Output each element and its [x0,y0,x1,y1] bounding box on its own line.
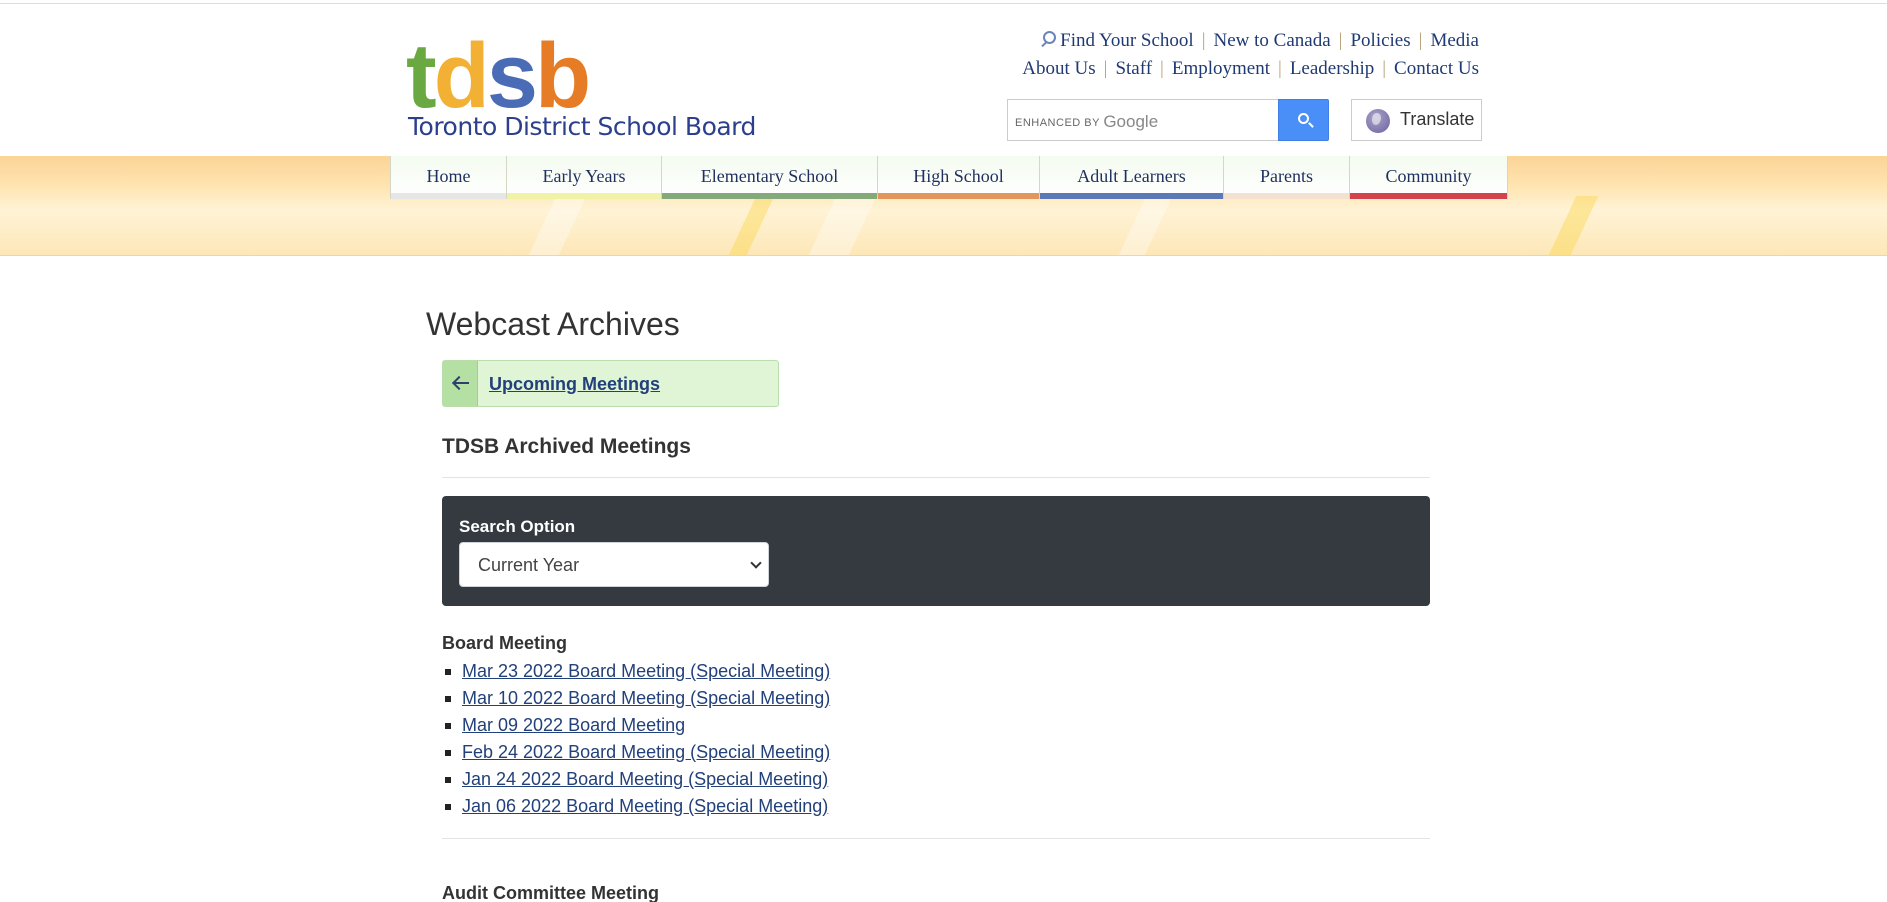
nav-high-school-label: High School [913,166,1004,186]
arrow-left-icon [443,361,478,406]
logo-letter-s: s [486,25,538,127]
board-meeting-list: Mar 23 2022 Board Meeting (Special Meeti… [445,658,830,820]
link-new-to-canada[interactable]: New to Canada [1214,30,1331,51]
site-search-input[interactable] [1008,100,1278,140]
search-option-selected-value: Current Year [478,555,580,575]
nav-community-label: Community [1385,166,1472,186]
list-item: Mar 23 2022 Board Meeting (Special Meeti… [445,658,830,685]
meeting-link[interactable]: Jan 06 2022 Board Meeting (Special Meeti… [462,796,828,816]
search-option-panel: Search Option Current Year [442,496,1430,606]
site-search-field[interactable]: ENHANCED BY Google [1007,99,1279,141]
banner-streak [523,196,587,255]
utility-links-row-2: About Us | Staff | Employment | Leadership | Con… [1022,55,1479,83]
translate-button[interactable]: Translate [1351,99,1482,141]
link-leadership[interactable]: Leadership [1290,58,1374,79]
meeting-link[interactable]: Mar 09 2022 Board Meeting [462,715,685,735]
link-employment[interactable]: Employment [1172,58,1270,79]
separator: | [1201,30,1206,51]
meeting-link[interactable]: Mar 23 2022 Board Meeting (Special Meeti… [462,661,830,681]
separator: | [1103,58,1108,79]
meeting-link[interactable]: Jan 24 2022 Board Meeting (Special Meeti… [462,769,828,789]
nav-community-accent [1350,193,1507,199]
list-item: Mar 10 2022 Board Meeting (Special Meeti… [445,685,830,712]
logo-letter-d: d [433,25,490,127]
nav-adult-learners[interactable]: Adult Learners [1039,156,1223,199]
list-item: Mar 09 2022 Board Meeting [445,712,830,739]
link-media[interactable]: Media [1430,30,1479,51]
nav-home-label: Home [426,166,471,186]
tdsb-logo[interactable]: tdsb Toronto District School Board [406,30,756,142]
nav-adult-learners-accent [1040,193,1223,199]
link-find-your-school[interactable]: Find Your School [1060,30,1194,51]
nav-early-years-accent [507,193,661,199]
nav-home-accent [391,193,506,199]
nav-early-years[interactable]: Early Years [506,156,661,199]
nav-elementary-school-label: Elementary School [700,166,839,186]
nav-early-years-label: Early Years [542,166,626,186]
search-icon [1298,113,1309,124]
link-contact-us[interactable]: Contact Us [1394,58,1479,79]
banner-streak [1543,196,1599,255]
search-button[interactable] [1278,99,1329,141]
link-policies[interactable]: Policies [1350,30,1410,51]
separator: | [1160,58,1164,79]
utility-links: Find Your School | New to Canada | Policies |… [1022,27,1479,83]
nav-adult-learners-label: Adult Learners [1077,166,1186,186]
banner-streak [803,196,877,255]
utility-links-row-1: Find Your School | New to Canada | Policies |… [1022,27,1479,55]
translate-label: Translate [1400,109,1475,129]
nav-elementary-school-accent [662,193,877,199]
upcoming-meetings-link[interactable]: Upcoming Meetings [489,374,660,395]
chevron-down-icon [750,557,762,569]
nav-home[interactable]: Home [390,156,506,199]
page-title: Webcast Archives [426,306,680,342]
nav-parents-label: Parents [1260,166,1313,186]
banner-streak [1113,196,1173,255]
group-title-board-meeting: Board Meeting [442,633,568,653]
logo-letter-t: t [406,25,437,127]
meeting-link[interactable]: Feb 24 2022 Board Meeting (Special Meeti… [462,742,830,762]
link-about-us[interactable]: About Us [1022,58,1095,79]
group-title-audit-committee: Audit Committee Meeting [442,883,660,902]
separator: | [1418,30,1423,51]
search-option-label: Search Option [459,517,576,536]
nav-parents-accent [1224,193,1349,199]
nav-community[interactable]: Community [1349,156,1508,199]
list-item: Feb 24 2022 Board Meeting (Special Meeti… [445,739,830,766]
logo-subtitle: Toronto District School Board [408,112,756,141]
separator: | [1338,30,1343,51]
list-item: Jan 24 2022 Board Meeting (Special Meeti… [445,766,830,793]
nav-elementary-school[interactable]: Elementary School [661,156,877,199]
banner-streak [723,196,775,255]
nav-parents[interactable]: Parents [1223,156,1349,199]
separator: | [1278,58,1282,79]
top-rule [0,0,1887,4]
upcoming-meetings-link-box[interactable]: Upcoming Meetings [442,360,779,407]
globe-icon [1366,109,1390,133]
meeting-link[interactable]: Mar 10 2022 Board Meeting (Special Meeti… [462,688,830,708]
divider [442,838,1430,839]
separator: | [1382,58,1387,79]
magnifier-icon [1040,31,1057,47]
logo-wordmark: tdsb [406,25,591,127]
search-option-select[interactable]: Current Year [459,542,769,587]
logo-letter-b: b [535,25,591,127]
nav-high-school[interactable]: High School [877,156,1039,199]
main-nav: Home Early Years Elementary School High … [390,156,1508,199]
divider [442,477,1430,478]
link-staff[interactable]: Staff [1115,58,1152,79]
section-title: TDSB Archived Meetings [442,435,691,458]
list-item: Jan 06 2022 Board Meeting (Special Meeti… [445,793,830,820]
nav-high-school-accent [878,193,1039,199]
